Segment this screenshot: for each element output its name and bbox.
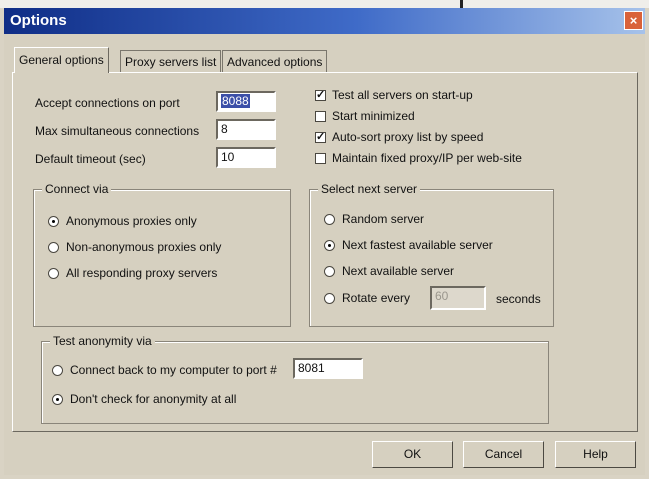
tab-advanced-options[interactable]: Advanced options [222, 50, 328, 72]
connect-back-port-input[interactable]: 8081 [293, 358, 363, 379]
max-connections-label: Max simultaneous connections [35, 124, 200, 138]
radio-icon[interactable] [52, 393, 63, 405]
radio-non-anonymous-proxies[interactable]: Non-anonymous proxies only [48, 240, 221, 254]
radio-icon[interactable] [48, 215, 59, 227]
radio-label: Anonymous proxies only [66, 214, 197, 228]
cancel-button[interactable]: Cancel [463, 441, 544, 468]
tab-proxy-servers-list[interactable]: Proxy servers list [120, 50, 222, 72]
checkbox-start-minimized[interactable]: Start minimized [315, 109, 415, 123]
window-title: Options [10, 12, 67, 29]
background-mark [460, 0, 463, 8]
close-icon[interactable]: × [624, 11, 643, 30]
help-button[interactable]: Help [555, 441, 636, 468]
radio-label: Next available server [342, 264, 455, 278]
checkbox-icon[interactable]: ✓ [315, 131, 326, 143]
checkbox-icon[interactable] [315, 110, 326, 122]
radio-label: Non-anonymous proxies only [66, 240, 222, 254]
radio-label: Don't check for anonymity at all [70, 392, 237, 406]
port-value: 8088 [221, 94, 250, 108]
test-anonymity-title: Test anonymity via [50, 334, 155, 348]
checkbox-label: Start minimized [332, 109, 415, 123]
checkbox-test-servers[interactable]: ✓ Test all servers on start-up [315, 88, 473, 102]
radio-label: Random server [342, 212, 425, 226]
select-next-server-title: Select next server [318, 182, 421, 196]
general-options-panel: Accept connections on port 8088 Max simu… [12, 72, 638, 432]
select-next-server-group: Select next server Random server Next fa… [309, 182, 554, 327]
background-strip [0, 0, 649, 8]
checkbox-maintain-fixed-proxy[interactable]: Maintain fixed proxy/IP per web-site [315, 151, 522, 165]
port-label: Accept connections on port [35, 96, 180, 110]
radio-icon[interactable] [324, 239, 335, 251]
radio-connect-back[interactable]: Connect back to my computer to port # [52, 363, 277, 377]
radio-icon[interactable] [48, 267, 59, 279]
port-input[interactable]: 8088 [216, 91, 276, 112]
connect-via-group: Connect via Anonymous proxies only Non-a… [33, 182, 291, 327]
ok-button[interactable]: OK [372, 441, 453, 468]
radio-icon[interactable] [48, 241, 59, 253]
radio-next-available[interactable]: Next available server [324, 264, 454, 278]
checkbox-label: Test all servers on start-up [332, 88, 473, 102]
checkbox-label: Auto-sort proxy list by speed [332, 130, 484, 144]
title-bar[interactable]: Options × [4, 8, 645, 34]
radio-label: All responding proxy servers [66, 266, 218, 280]
radio-label: Rotate every [342, 291, 411, 305]
radio-label: Next fastest available server [342, 238, 493, 252]
radio-icon[interactable] [52, 364, 63, 376]
radio-icon[interactable] [324, 265, 335, 277]
radio-random-server[interactable]: Random server [324, 212, 424, 226]
test-anonymity-group: Test anonymity via Connect back to my co… [41, 334, 549, 424]
checkbox-label: Maintain fixed proxy/IP per web-site [332, 151, 522, 165]
radio-icon[interactable] [324, 292, 335, 304]
radio-rotate-every[interactable]: Rotate every [324, 291, 410, 305]
rotate-seconds-input[interactable]: 60 [430, 286, 486, 310]
radio-label: Connect back to my computer to port # [70, 363, 277, 377]
seconds-label: seconds [496, 292, 541, 306]
radio-anonymous-proxies[interactable]: Anonymous proxies only [48, 214, 197, 228]
checkbox-icon[interactable]: ✓ [315, 89, 326, 101]
timeout-label: Default timeout (sec) [35, 152, 146, 166]
radio-icon[interactable] [324, 213, 335, 225]
max-connections-input[interactable]: 8 [216, 119, 276, 140]
checkbox-icon[interactable] [315, 152, 326, 164]
radio-dont-check[interactable]: Don't check for anonymity at all [52, 392, 236, 406]
tab-general-options[interactable]: General options [14, 47, 109, 73]
radio-all-responding[interactable]: All responding proxy servers [48, 266, 217, 280]
radio-next-fastest[interactable]: Next fastest available server [324, 238, 493, 252]
options-dialog: General options Proxy servers list Advan… [4, 34, 645, 475]
checkbox-auto-sort[interactable]: ✓ Auto-sort proxy list by speed [315, 130, 483, 144]
timeout-input[interactable]: 10 [216, 147, 276, 168]
connect-via-title: Connect via [42, 182, 112, 196]
